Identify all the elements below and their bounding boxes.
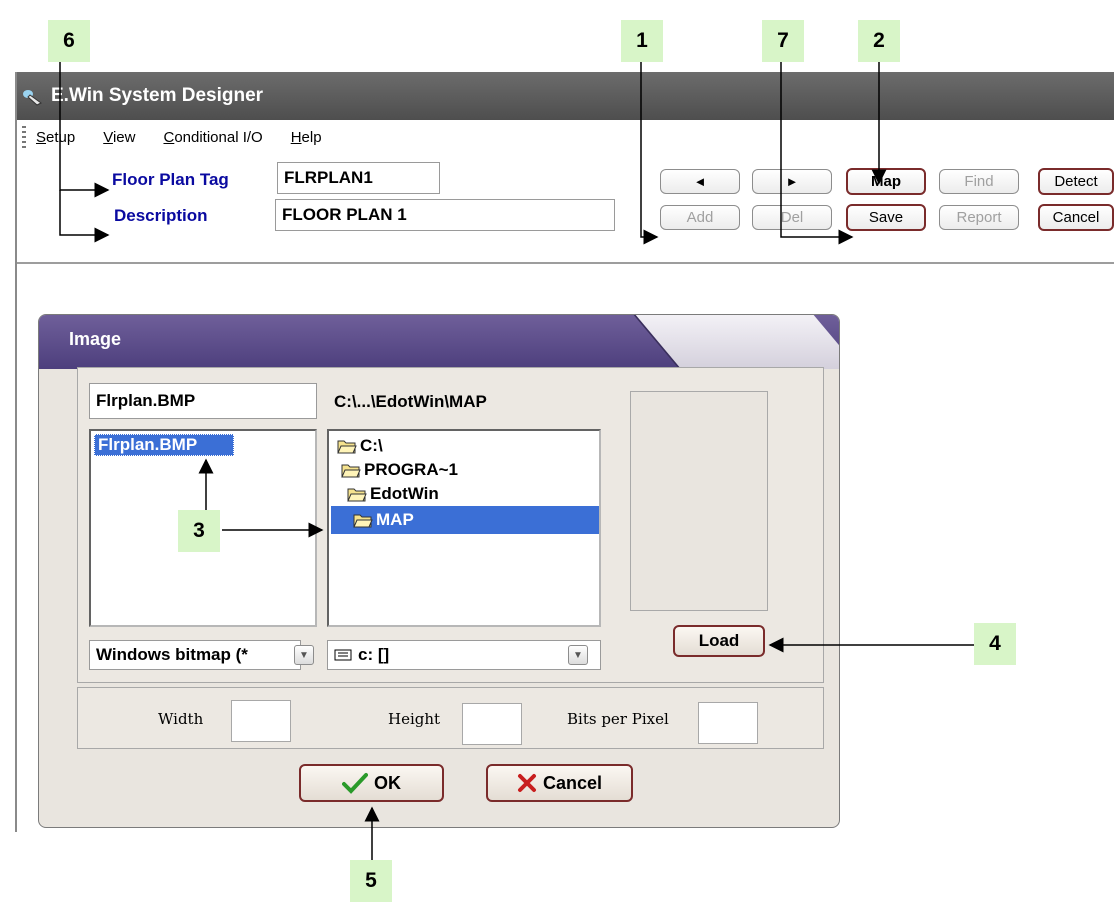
callout-arrows: [59, 62, 974, 860]
